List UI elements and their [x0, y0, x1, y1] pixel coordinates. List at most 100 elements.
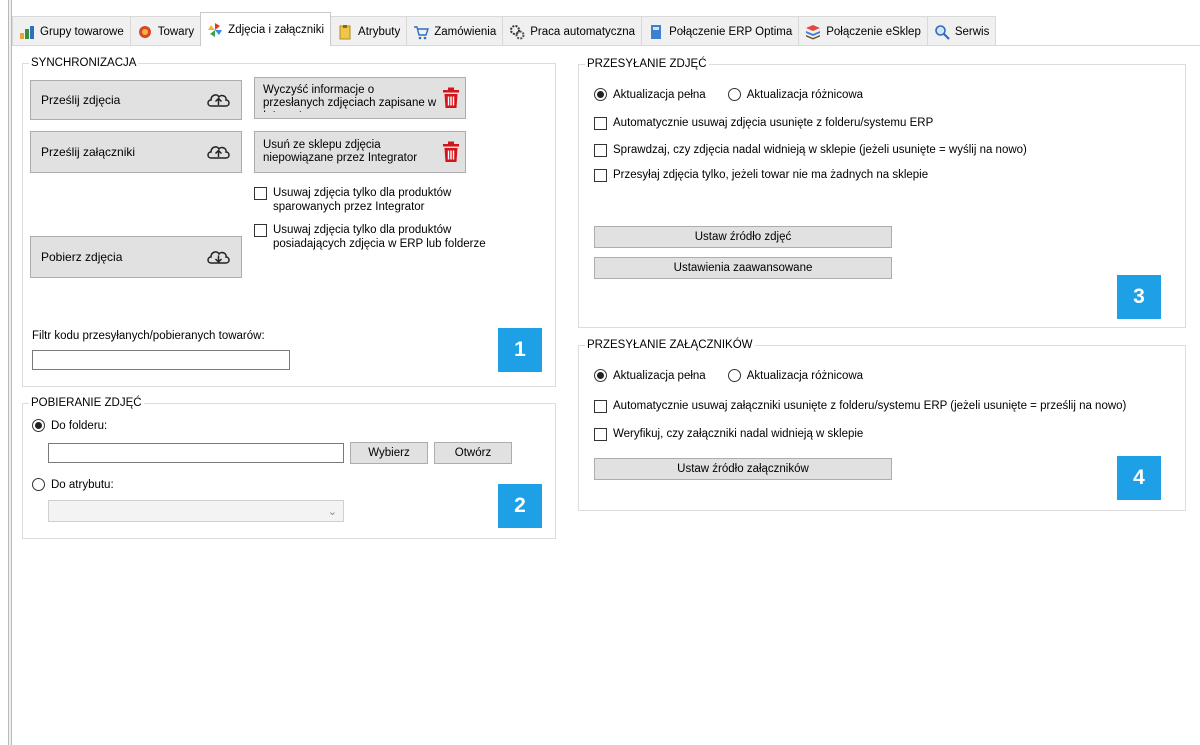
- tab-polaczenie-esklep[interactable]: Połączenie eSklep: [798, 16, 928, 46]
- filter-label: Filtr kodu przesyłanych/pobieranych towa…: [32, 330, 265, 342]
- tab-label: Połączenie ERP Optima: [669, 25, 793, 38]
- attributes-icon: [337, 24, 353, 40]
- chk-paired-only[interactable]: Usuwaj zdjęcia tylko dla produktów sparo…: [254, 186, 514, 214]
- chk-attachments-verify-label: Weryfikuj, czy załączniki nadal widnieją…: [613, 428, 864, 440]
- choose-folder-button[interactable]: Wybierz: [350, 442, 428, 464]
- clear-sent-info-label: Wyczyść informacje o przesłanych zdjęcia…: [263, 84, 437, 112]
- open-folder-button[interactable]: Otwórz: [434, 442, 512, 464]
- attachments-legend: PRZESYŁANIE ZAŁĄCZNIKÓW: [587, 339, 753, 351]
- book-icon: [648, 24, 664, 40]
- radio-button[interactable]: [727, 369, 741, 382]
- upload-attachments-button[interactable]: Prześlij załączniki: [30, 131, 242, 173]
- badge-3: 3: [1117, 275, 1161, 319]
- window-left-edge: [8, 0, 12, 745]
- chk-has-images-label: Usuwaj zdjęcia tylko dla produktów posia…: [273, 224, 486, 250]
- tab-zamowienia[interactable]: Zamówienia: [406, 16, 504, 46]
- tab-praca-automatyczna[interactable]: Praca automatyczna: [502, 16, 643, 46]
- tab-atrybuty[interactable]: Atrybuty: [330, 16, 408, 46]
- badge-2: 2: [498, 484, 542, 528]
- chk-images-verify[interactable]: Sprawdzaj, czy zdjęcia nadal widnieją w …: [594, 143, 1027, 157]
- products-icon: [137, 24, 153, 40]
- upload-images-button[interactable]: Prześlij zdjęcia: [30, 80, 242, 120]
- advanced-settings-label: Ustawienia zaawansowane: [673, 262, 813, 274]
- chevron-down-icon: ⌄: [327, 506, 337, 518]
- to-attribute-label: Do atrybutu:: [51, 478, 114, 491]
- chk-images-only-none[interactable]: Przesyłaj zdjęcia tylko, jeżeli towar ni…: [594, 168, 928, 182]
- tab-strip: Grupy towarowe Towary Zdjęcia i załączni…: [12, 12, 997, 46]
- radio-diff-update[interactable]: Aktualizacja różnicowa: [727, 88, 864, 101]
- images-legend: PRZESYŁANIE ZDJĘĆ: [587, 58, 707, 70]
- upload-images-label: Prześlij zdjęcia: [41, 93, 121, 107]
- chk-images-auto-remove-label: Automatycznie usuwaj zdjęcia usunięte z …: [613, 117, 934, 129]
- tab-label: Serwis: [954, 25, 990, 38]
- tab-underline: [12, 45, 1200, 46]
- pinwheel-icon: [207, 22, 223, 38]
- checkbox[interactable]: [594, 400, 607, 413]
- tab-towary[interactable]: Towary: [129, 16, 202, 46]
- remove-unlinked-label: Usuń ze sklepu zdjęcia niepowiązane prze…: [263, 139, 418, 164]
- checkbox[interactable]: [594, 428, 607, 441]
- radio-to-attribute[interactable]: Do atrybutu:: [32, 478, 114, 491]
- radio-button[interactable]: [727, 88, 741, 101]
- tab-zdjecia-i-zalaczniki[interactable]: Zdjęcia i załączniki: [200, 12, 332, 46]
- chk-paired-label: Usuwaj zdjęcia tylko dla produktów sparo…: [273, 187, 452, 213]
- trash-icon: [441, 141, 461, 163]
- tab-serwis[interactable]: Serwis: [926, 16, 997, 46]
- open-label: Otwórz: [454, 447, 492, 459]
- radio-button[interactable]: [594, 369, 607, 382]
- checkbox[interactable]: [594, 144, 607, 157]
- tab-label: Atrybuty: [358, 25, 401, 38]
- images-update-mode: Aktualizacja pełna Aktualizacja różnicow…: [594, 88, 863, 101]
- cloud-upload-icon: [205, 90, 231, 110]
- radio-full-update[interactable]: Aktualizacja pełna: [594, 88, 706, 101]
- attachments-update-mode: Aktualizacja pełna Aktualizacja różnicow…: [594, 369, 863, 382]
- diff-label: Aktualizacja różnicowa: [746, 88, 864, 101]
- chk-attachments-auto-remove[interactable]: Automatycznie usuwaj załączniki usunięte…: [594, 399, 1126, 413]
- radio-full-update[interactable]: Aktualizacja pełna: [594, 369, 706, 382]
- radio-button[interactable]: [32, 478, 45, 491]
- badge-4: 4: [1117, 456, 1161, 500]
- set-images-source-button[interactable]: Ustaw źródło zdjęć: [594, 226, 892, 248]
- cart-icon: [413, 24, 430, 40]
- cloud-upload-icon: [205, 142, 231, 162]
- clear-sent-info-button[interactable]: Wyczyść informacje o przesłanych zdjęcia…: [254, 77, 466, 119]
- gears-icon: [509, 24, 525, 40]
- badge-1: 1: [498, 328, 542, 372]
- sync-legend: SYNCHRONIZACJA: [31, 57, 137, 69]
- chk-images-only-none-label: Przesyłaj zdjęcia tylko, jeżeli towar ni…: [613, 169, 929, 181]
- download-images-label: Pobierz zdjęcia: [41, 250, 123, 264]
- choose-label: Wybierz: [368, 447, 410, 459]
- cloud-download-icon: [205, 247, 231, 267]
- set-images-source-label: Ustaw źródło zdjęć: [694, 231, 792, 243]
- to-folder-label: Do folderu:: [51, 419, 108, 432]
- set-attachments-source-button[interactable]: Ustaw źródło załączników: [594, 458, 892, 480]
- chk-images-auto-remove[interactable]: Automatycznie usuwaj zdjęcia usunięte z …: [594, 116, 933, 130]
- download-images-button[interactable]: Pobierz zdjęcia: [30, 236, 242, 278]
- diff-label: Aktualizacja różnicowa: [746, 369, 864, 382]
- radio-diff-update[interactable]: Aktualizacja różnicowa: [727, 369, 864, 382]
- checkbox[interactable]: [254, 187, 267, 200]
- attachments-upload-group: PRZESYŁANIE ZAŁĄCZNIKÓW: [578, 339, 1186, 511]
- remove-unlinked-images-button[interactable]: Usuń ze sklepu zdjęcia niepowiązane prze…: [254, 131, 466, 173]
- checkbox[interactable]: [594, 117, 607, 130]
- radio-to-folder[interactable]: Do folderu:: [32, 419, 107, 432]
- checkbox[interactable]: [254, 224, 267, 237]
- product-groups-icon: [19, 24, 35, 40]
- checkbox[interactable]: [594, 169, 607, 182]
- chk-attachments-verify[interactable]: Weryfikuj, czy załączniki nadal widnieją…: [594, 427, 863, 441]
- folder-path-input[interactable]: [48, 443, 344, 463]
- tab-label: Towary: [157, 25, 195, 38]
- attribute-select[interactable]: ⌄: [48, 500, 344, 522]
- chk-attachments-auto-remove-label: Automatycznie usuwaj załączniki usunięte…: [613, 400, 1127, 412]
- radio-button[interactable]: [594, 88, 607, 101]
- radio-button[interactable]: [32, 419, 45, 432]
- filter-input[interactable]: [32, 350, 290, 370]
- magnifier-icon: [934, 24, 950, 40]
- full-label: Aktualizacja pełna: [613, 369, 706, 382]
- tab-grupy-towarowe[interactable]: Grupy towarowe: [12, 16, 131, 46]
- chk-has-images-only[interactable]: Usuwaj zdjęcia tylko dla produktów posia…: [254, 223, 524, 251]
- tab-label: Zdjęcia i załączniki: [228, 23, 325, 36]
- tab-polaczenie-erp-optima[interactable]: Połączenie ERP Optima: [641, 16, 800, 46]
- advanced-settings-button[interactable]: Ustawienia zaawansowane: [594, 257, 892, 279]
- download-legend: POBIERANIE ZDJĘĆ: [31, 397, 142, 409]
